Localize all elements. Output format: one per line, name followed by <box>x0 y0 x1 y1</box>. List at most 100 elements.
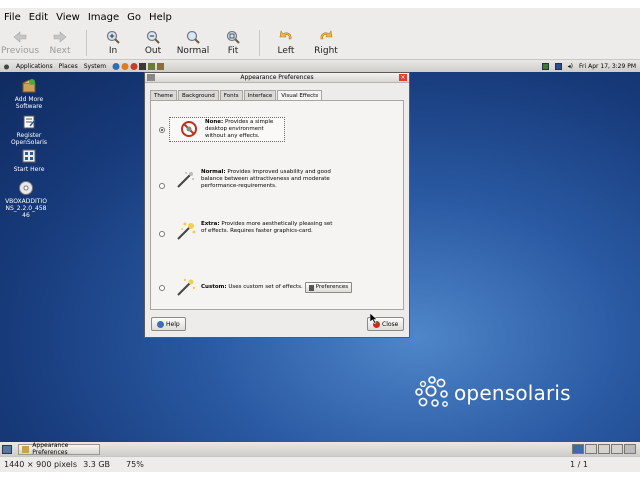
tab-interface[interactable]: Interface <box>243 90 277 100</box>
image-dimensions: 1440 × 900 pixels <box>4 460 78 469</box>
zoom-fit-button[interactable]: Fit <box>213 26 253 60</box>
none-selection-box: None: Provides a simple desktop environm… <box>169 117 285 142</box>
custom-desc: Uses custom set of effects. <box>228 284 303 290</box>
system-menu[interactable]: System <box>84 63 106 70</box>
rotate-left-label: Left <box>277 46 295 56</box>
desktop-icon-add-software[interactable]: Add More Software <box>4 78 54 110</box>
zoom-normal-button[interactable]: Normal <box>173 26 213 60</box>
desktop-icon-vbox-additions[interactable]: VBOXADDITIONS_2.2.0_45846 <box>4 180 48 219</box>
rotate-left-icon <box>279 30 293 44</box>
none-title: None: <box>205 119 224 125</box>
show-desktop-icon[interactable] <box>2 444 12 454</box>
workspace-3[interactable] <box>598 444 610 454</box>
places-menu[interactable]: Places <box>59 63 78 70</box>
tab-visual-effects[interactable]: Visual Effects <box>277 90 323 100</box>
zoom-in-button[interactable]: In <box>93 26 133 60</box>
tab-fonts[interactable]: Fonts <box>219 90 243 100</box>
menu-go[interactable]: Go <box>127 12 141 23</box>
custom-effects-icon <box>173 277 197 297</box>
extra-effects-icon <box>173 221 197 241</box>
custom-title: Custom: <box>201 284 227 290</box>
preferences-button[interactable]: Preferences <box>304 282 353 293</box>
package-icon <box>21 78 37 94</box>
zoom-out-label: Out <box>144 46 162 56</box>
rotate-right-button[interactable]: Right <box>306 26 346 60</box>
radio-extra[interactable] <box>159 231 165 237</box>
viewer-statusbar: 1440 × 900 pixels 3.3 GB 75% 1 / 1 <box>0 456 640 472</box>
menu-file[interactable]: File <box>4 12 21 23</box>
effect-option-custom[interactable]: Custom: Uses custom set of effects. Pref… <box>159 277 353 297</box>
rotate-right-icon <box>319 30 333 44</box>
opensolaris-dots-icon <box>415 376 448 407</box>
radio-none[interactable] <box>159 127 165 133</box>
arrow-right-icon <box>53 30 67 44</box>
rotate-left-button[interactable]: Left <box>266 26 306 60</box>
radio-custom[interactable] <box>159 285 165 291</box>
tab-theme[interactable]: Theme <box>150 90 177 100</box>
disc-icon <box>18 180 34 196</box>
next-button[interactable]: Next <box>40 26 80 60</box>
applications-menu[interactable]: Applications <box>16 63 53 70</box>
zoom-out-button[interactable]: Out <box>133 26 173 60</box>
desktop-icon-label: Add More Software <box>14 96 44 110</box>
volume-icon[interactable]: ◂) <box>568 63 573 70</box>
normal-title: Normal: <box>201 169 226 175</box>
no-effects-icon <box>177 119 201 139</box>
extra-description: Extra: Provides more aesthetically pleas… <box>201 221 335 235</box>
effect-option-none[interactable]: None: Provides a simple desktop environm… <box>159 117 285 142</box>
effect-option-extra[interactable]: Extra: Provides more aesthetically pleas… <box>159 221 335 241</box>
zoom-normal-label: Normal <box>176 46 210 56</box>
preferences-icon <box>308 284 314 291</box>
logo-wordmark: opensolaris <box>454 381 571 405</box>
workspace-4[interactable] <box>611 444 623 454</box>
desktop-icon-start-here[interactable]: Start Here <box>4 148 54 173</box>
tab-background[interactable]: Background <box>177 90 219 100</box>
dialog-title: Appearance Preferences <box>240 74 314 81</box>
dialog-titlebar[interactable]: Appearance Preferences × <box>145 73 409 83</box>
foot-icon <box>3 63 10 70</box>
trash-applet[interactable] <box>624 444 636 454</box>
rotate-right-label: Right <box>314 46 338 56</box>
workspace-2[interactable] <box>585 444 597 454</box>
desktop-image: Applications Places System ◂) Fri Apr 17… <box>0 60 640 456</box>
radio-normal[interactable] <box>159 183 165 189</box>
extra-title: Extra: <box>201 221 220 227</box>
appearance-preferences-dialog: Appearance Preferences × Theme Backgroun… <box>144 72 410 338</box>
window-menu-icon[interactable] <box>147 74 155 81</box>
custom-description: Custom: Uses custom set of effects. <box>201 284 303 291</box>
menu-view[interactable]: View <box>56 12 80 23</box>
previous-button[interactable]: Previous <box>0 26 40 60</box>
start-here-icon <box>21 148 37 164</box>
gnome-bottom-panel: Appearance Preferences <box>0 442 640 456</box>
previous-label: Previous <box>0 46 40 56</box>
preferences-label: Preferences <box>315 284 349 290</box>
desktop-icon-label: VBOXADDITIONS_2.2.0_45846 <box>5 198 47 219</box>
menu-edit[interactable]: Edit <box>29 12 48 23</box>
taskbar-appearance-preferences[interactable]: Appearance Preferences <box>18 442 100 456</box>
toolbar-separator <box>259 30 260 56</box>
desktop-icon-register[interactable]: Register OpenSolaris <box>4 114 54 146</box>
effect-option-normal[interactable]: Normal: Provides improved usability and … <box>159 169 335 190</box>
clock[interactable]: Fri Apr 17, 3:29 PM <box>579 63 636 70</box>
zoom-in-icon <box>106 30 120 44</box>
launcher-icons[interactable] <box>112 62 165 71</box>
menu-help[interactable]: Help <box>149 12 172 23</box>
zoom-fit-icon <box>226 30 240 44</box>
next-label: Next <box>49 46 71 56</box>
zoom-level: 75% <box>126 460 144 469</box>
appearance-icon <box>22 445 30 453</box>
help-button[interactable]: Help <box>151 317 186 331</box>
visual-effects-panel: None: Provides a simple desktop environm… <box>150 100 404 310</box>
gnome-top-panel: Applications Places System ◂) Fri Apr 17… <box>0 60 640 72</box>
image-position: 1 / 1 <box>570 460 588 469</box>
dialog-tabs: Theme Background Fonts Interface Visual … <box>150 90 323 100</box>
network-icon[interactable] <box>541 62 549 70</box>
zoom-normal-icon <box>186 30 200 44</box>
window-close-icon[interactable]: × <box>399 74 407 81</box>
help-icon <box>157 320 164 328</box>
file-size: 3.3 GB <box>83 460 111 469</box>
workspace-1[interactable] <box>572 444 584 454</box>
update-icon[interactable] <box>554 62 562 70</box>
none-description: None: Provides a simple desktop environm… <box>205 119 283 140</box>
menu-image[interactable]: Image <box>88 12 119 23</box>
